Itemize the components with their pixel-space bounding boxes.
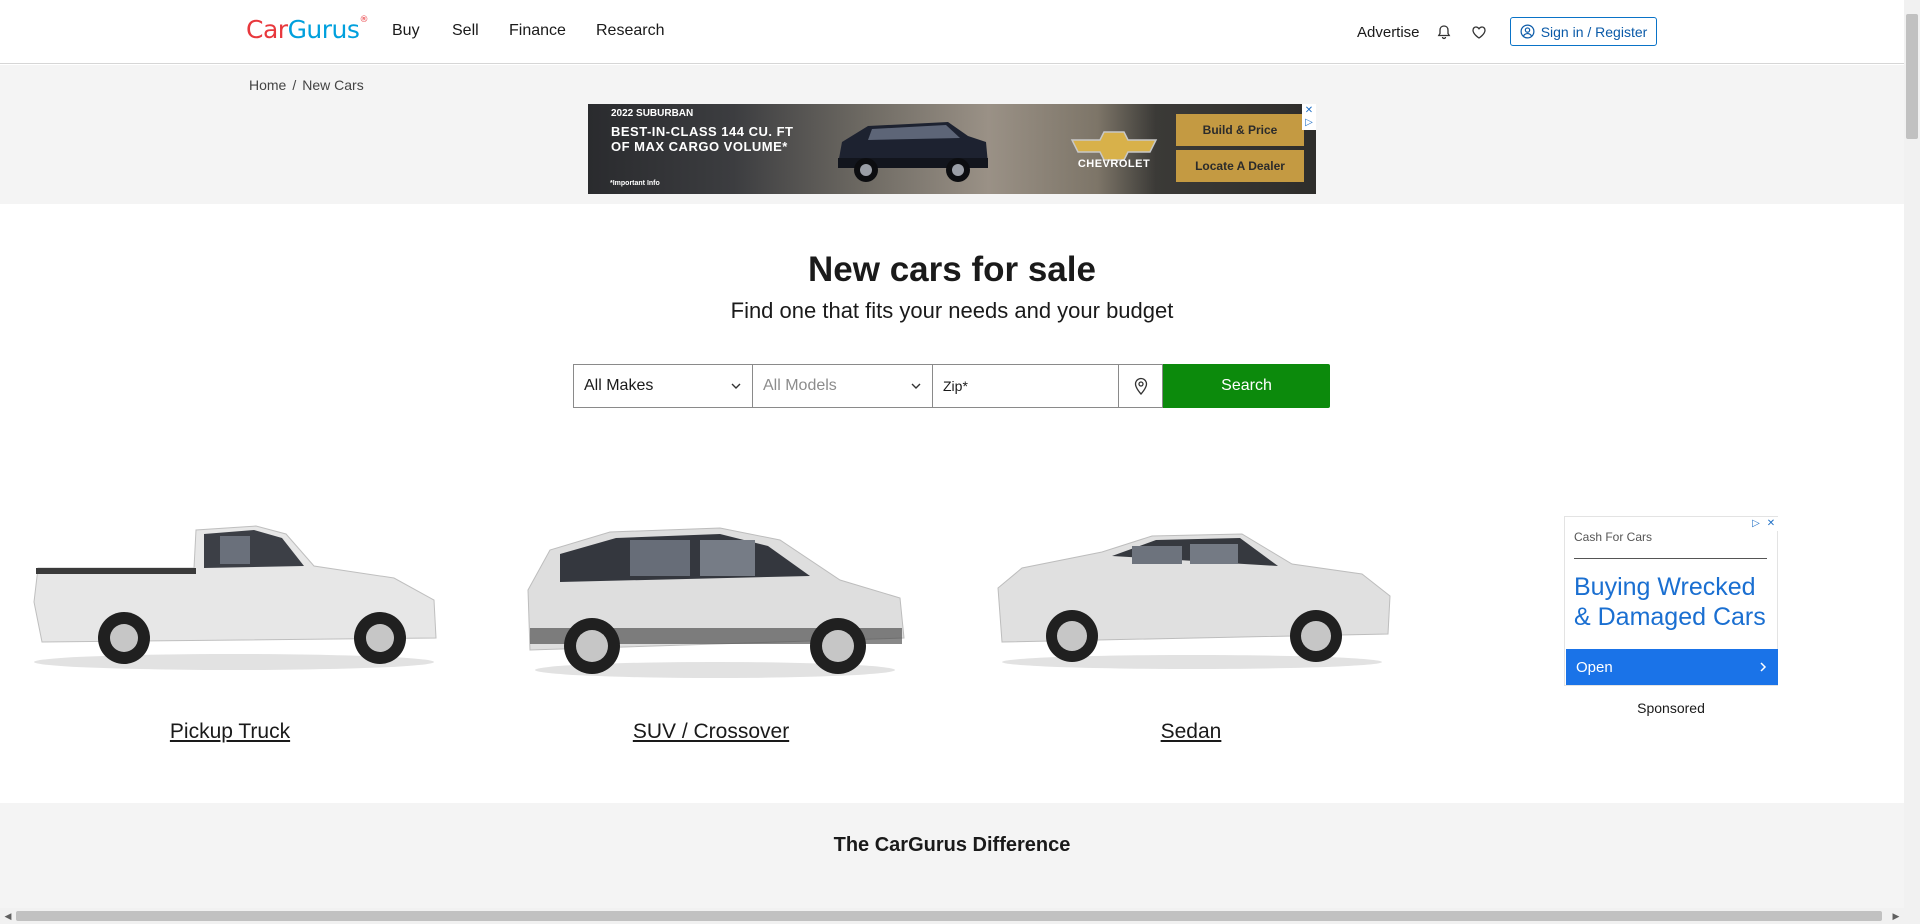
nav-finance[interactable]: Finance [509, 22, 566, 40]
chevron-down-icon [731, 383, 741, 389]
search-button[interactable]: Search [1163, 364, 1330, 408]
chevron-right-icon [1760, 662, 1767, 672]
user-circle-icon [1520, 24, 1535, 39]
cargurus-logo[interactable]: CarGurus® [246, 15, 368, 44]
ad-headline-line1: BEST-IN-CLASS 144 CU. FT [611, 124, 794, 139]
ad-footnote[interactable]: *Important Info [610, 180, 660, 187]
location-button[interactable] [1119, 364, 1163, 408]
ad-info-icon[interactable]: ▷ [1749, 517, 1763, 531]
model-select[interactable]: All Models [753, 364, 933, 408]
page: CarGurus® Buy Sell Finance Research Adve… [0, 0, 1904, 908]
breadcrumb: Home / New Cars [249, 77, 364, 93]
sponsored-label: Sponsored [1637, 700, 1705, 716]
horizontal-scrollbar-thumb[interactable] [16, 911, 1882, 921]
category-sedan[interactable]: Sedan [1091, 720, 1291, 744]
nav-sell[interactable]: Sell [452, 22, 479, 40]
category-suv-crossover[interactable]: SUV / Crossover [611, 720, 811, 744]
make-select-value: All Makes [584, 377, 654, 394]
ad-headline-line2: OF MAX CARGO VOLUME* [611, 139, 788, 154]
logo-registered-mark: ® [359, 15, 368, 25]
ad-open-button[interactable]: Open [1566, 649, 1778, 685]
ad-close-icon[interactable]: ✕ [1764, 517, 1778, 531]
heart-icon[interactable] [1471, 24, 1487, 40]
nav-buy[interactable]: Buy [392, 22, 420, 40]
ad-source: Cash For Cars [1574, 530, 1653, 544]
pickup-truck-image[interactable] [24, 520, 444, 670]
page-subtitle: Find one that fits your needs and your b… [730, 298, 1174, 323]
sign-in-button[interactable]: Sign in / Register [1510, 17, 1657, 46]
vertical-scrollbar-thumb[interactable] [1906, 14, 1918, 139]
breadcrumb-separator: / [292, 77, 297, 93]
search-bar: All Makes All Models Zip* Search [573, 364, 1330, 408]
ad-open-label: Open [1576, 658, 1613, 676]
sedan-image[interactable] [992, 512, 1394, 672]
build-price-button[interactable]: Build & Price [1176, 114, 1304, 146]
advertise-link[interactable]: Advertise [1357, 24, 1420, 41]
ad-divider [1574, 558, 1767, 559]
sign-in-label: Sign in / Register [1540, 23, 1648, 40]
chevrolet-wordmark: CHEVROLET [1077, 158, 1151, 170]
location-pin-icon [1134, 377, 1147, 395]
breadcrumb-home[interactable]: Home [249, 77, 286, 93]
suv-image[interactable] [520, 510, 910, 680]
scroll-right-arrow-icon[interactable]: ▶ [1888, 908, 1904, 924]
bell-icon[interactable] [1436, 24, 1452, 40]
zip-input[interactable]: Zip* [933, 364, 1119, 408]
ad-model-name: 2022 SUBURBAN [611, 108, 694, 119]
model-select-value: All Models [763, 377, 837, 394]
breadcrumb-current: New Cars [302, 77, 364, 93]
ad-headline[interactable]: Buying Wrecked & Damaged Cars [1574, 572, 1774, 632]
make-select[interactable]: All Makes [573, 364, 753, 408]
nav-research[interactable]: Research [596, 22, 664, 40]
suburban-image [838, 122, 988, 182]
category-pickup-truck[interactable]: Pickup Truck [130, 720, 330, 744]
logo-text-gurus: Gurus [287, 15, 360, 44]
scroll-left-arrow-icon[interactable]: ◀ [0, 908, 16, 924]
difference-section: The CarGurus Difference [0, 803, 1904, 908]
ad-info-icon[interactable]: ▷ [1302, 116, 1316, 130]
logo-text-car: Car [246, 15, 288, 44]
chevron-down-icon [911, 383, 921, 389]
difference-title: The CarGurus Difference [833, 834, 1071, 856]
chevrolet-banner-ad[interactable]: 2022 SUBURBAN BEST-IN-CLASS 144 CU. FT O… [588, 104, 1316, 194]
locate-dealer-button[interactable]: Locate A Dealer [1176, 150, 1304, 182]
page-title: New cars for sale [808, 250, 1096, 289]
site-header: CarGurus® Buy Sell Finance Research Adve… [0, 0, 1904, 64]
cash-for-cars-ad[interactable]: Cash For Cars Buying Wrecked & Damaged C… [1564, 516, 1778, 686]
ad-headline: BEST-IN-CLASS 144 CU. FT OF MAX CARGO VO… [611, 124, 793, 154]
